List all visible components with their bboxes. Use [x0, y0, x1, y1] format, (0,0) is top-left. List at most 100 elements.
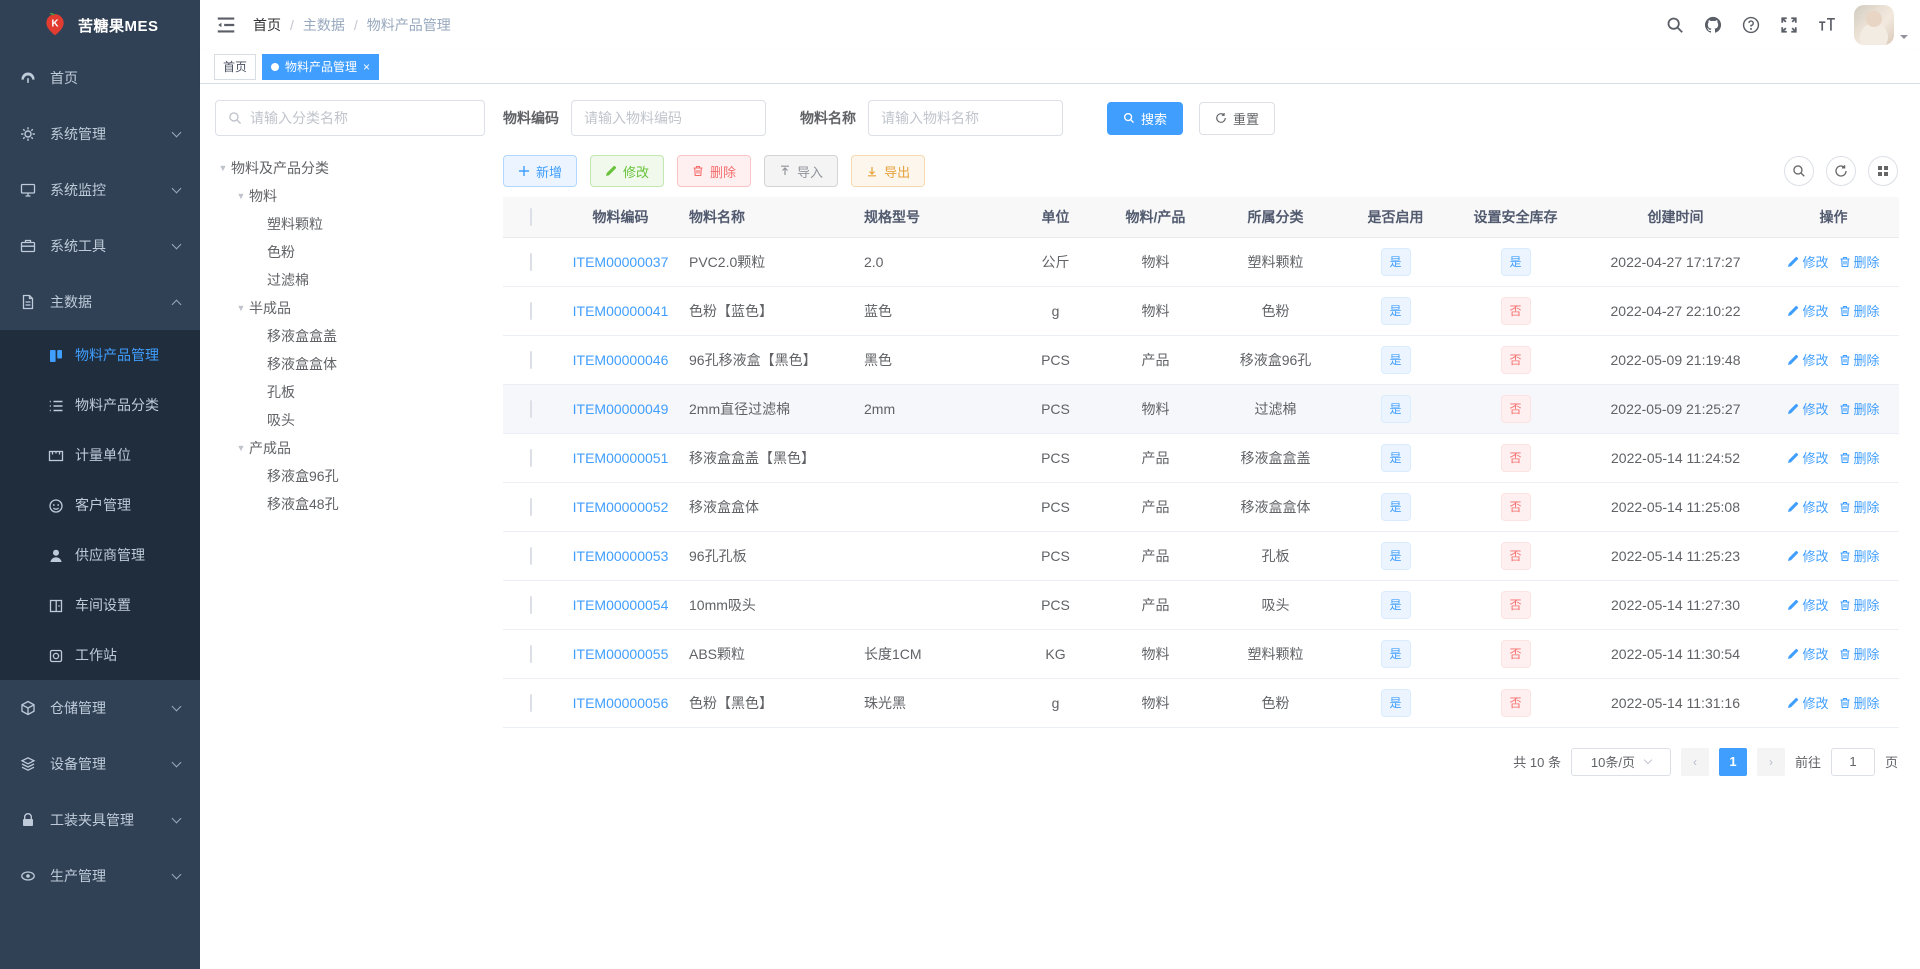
tree-node-移液盒盒体[interactable]: 移液盒盒体 [215, 350, 485, 378]
material-code-link[interactable]: ITEM00000052 [573, 499, 669, 515]
row-checkbox[interactable] [529, 497, 532, 516]
row-edit-link[interactable]: 修改 [1787, 252, 1829, 271]
current-page[interactable]: 1 [1718, 747, 1747, 776]
row-delete-link[interactable]: 删除 [1839, 595, 1880, 614]
delete-button[interactable]: 删除 [677, 155, 752, 187]
material-code-input[interactable] [571, 100, 766, 136]
tree-node-过滤棉[interactable]: 过滤棉 [215, 266, 485, 294]
tree-node-半成品[interactable]: ▼ 半成品 [215, 294, 485, 322]
sidebar-subitem-6[interactable]: 工作站 [0, 630, 200, 680]
row-edit-link[interactable]: 修改 [1787, 497, 1829, 516]
row-checkbox[interactable] [529, 350, 532, 369]
tree-node-物料[interactable]: ▼ 物料 [215, 182, 485, 210]
prev-page-button[interactable]: ‹ [1680, 747, 1709, 776]
row-checkbox[interactable] [529, 693, 532, 712]
sidebar-item-0[interactable]: 首页 [0, 50, 200, 106]
row-edit-link[interactable]: 修改 [1787, 644, 1829, 663]
caret-down-icon[interactable]: ▼ [233, 191, 249, 201]
sidebar-subitem-5[interactable]: 车间设置 [0, 580, 200, 630]
sidebar-item-7[interactable]: 工装夹具管理 [0, 792, 200, 848]
row-checkbox[interactable] [529, 399, 532, 418]
tab-物料产品管理[interactable]: 物料产品管理 × [262, 53, 380, 80]
import-button[interactable]: 导入 [764, 155, 839, 187]
refresh-table-icon[interactable] [1826, 156, 1856, 186]
font-size-icon[interactable] [1808, 0, 1846, 50]
row-delete-link[interactable]: 删除 [1839, 399, 1880, 418]
row-edit-link[interactable]: 修改 [1787, 350, 1829, 369]
row-delete-link[interactable]: 删除 [1839, 497, 1880, 516]
row-edit-link[interactable]: 修改 [1787, 399, 1829, 418]
material-code-link[interactable]: ITEM00000055 [573, 646, 669, 662]
export-button[interactable]: 导出 [851, 155, 926, 187]
caret-down-icon[interactable] [1900, 35, 1908, 43]
search-icon[interactable] [1656, 0, 1694, 50]
row-delete-link[interactable]: 删除 [1839, 350, 1880, 369]
reset-button[interactable]: 重置 [1199, 101, 1276, 135]
row-checkbox[interactable] [529, 301, 532, 320]
sidebar-toggle-icon[interactable] [215, 14, 237, 36]
page-size-select[interactable]: 10条/页 [1570, 747, 1671, 776]
next-page-button[interactable]: › [1756, 747, 1785, 776]
sidebar-item-5[interactable]: 仓储管理 [0, 680, 200, 736]
row-delete-link[interactable]: 删除 [1839, 448, 1880, 467]
row-delete-link[interactable]: 删除 [1839, 546, 1880, 565]
row-checkbox[interactable] [529, 252, 532, 271]
row-edit-link[interactable]: 修改 [1787, 448, 1829, 467]
row-delete-link[interactable]: 删除 [1839, 301, 1880, 320]
avatar[interactable] [1854, 5, 1894, 45]
tab-首页[interactable]: 首页 [214, 53, 257, 80]
sidebar-item-1[interactable]: 系统管理 [0, 106, 200, 162]
sidebar-item-8[interactable]: 生产管理 [0, 848, 200, 904]
tree-node-移液盒盒盖[interactable]: 移液盒盒盖 [215, 322, 485, 350]
material-code-link[interactable]: ITEM00000049 [573, 401, 669, 417]
add-button[interactable]: 新增 [503, 155, 578, 187]
row-checkbox[interactable] [529, 644, 532, 663]
tree-node-产成品[interactable]: ▼ 产成品 [215, 434, 485, 462]
material-name-input[interactable] [868, 100, 1063, 136]
tree-node-移液盒48孔[interactable]: 移液盒48孔 [215, 490, 485, 518]
row-checkbox[interactable] [529, 595, 532, 614]
close-icon[interactable]: × [363, 61, 370, 73]
row-delete-link[interactable]: 删除 [1839, 252, 1880, 271]
row-edit-link[interactable]: 修改 [1787, 693, 1829, 712]
material-code-link[interactable]: ITEM00000056 [573, 695, 669, 711]
sidebar-item-4[interactable]: 主数据 [0, 274, 200, 330]
row-checkbox[interactable] [529, 546, 532, 565]
row-delete-link[interactable]: 删除 [1839, 693, 1880, 712]
help-icon[interactable] [1732, 0, 1770, 50]
caret-down-icon[interactable]: ▼ [233, 303, 249, 313]
sidebar-subitem-4[interactable]: 供应商管理 [0, 530, 200, 580]
edit-button[interactable]: 修改 [590, 155, 665, 187]
sidebar-subitem-3[interactable]: 客户管理 [0, 480, 200, 530]
tree-node-吸头[interactable]: 吸头 [215, 406, 485, 434]
material-code-link[interactable]: ITEM00000051 [573, 450, 669, 466]
caret-down-icon[interactable]: ▼ [215, 163, 231, 173]
goto-page-input[interactable] [1830, 747, 1875, 776]
column-settings-icon[interactable] [1868, 156, 1898, 186]
row-checkbox[interactable] [529, 448, 532, 467]
sidebar-item-2[interactable]: 系统监控 [0, 162, 200, 218]
fullscreen-icon[interactable] [1770, 0, 1808, 50]
material-code-link[interactable]: ITEM00000054 [573, 597, 669, 613]
tree-node-色粉[interactable]: 色粉 [215, 238, 485, 266]
material-code-link[interactable]: ITEM00000041 [573, 303, 669, 319]
row-edit-link[interactable]: 修改 [1787, 546, 1829, 565]
tree-node-孔板[interactable]: 孔板 [215, 378, 485, 406]
tree-node-物料及产品分类[interactable]: ▼ 物料及产品分类 [215, 154, 485, 182]
tree-node-塑料颗粒[interactable]: 塑料颗粒 [215, 210, 485, 238]
sidebar-subitem-2[interactable]: 计量单位 [0, 430, 200, 480]
material-code-link[interactable]: ITEM00000046 [573, 352, 669, 368]
sidebar-item-3[interactable]: 系统工具 [0, 218, 200, 274]
show-search-toggle-icon[interactable] [1784, 156, 1814, 186]
sidebar-item-6[interactable]: 设备管理 [0, 736, 200, 792]
select-all-checkbox[interactable] [529, 207, 532, 226]
sidebar-subitem-1[interactable]: 物料产品分类 [0, 380, 200, 430]
user-menu[interactable] [1854, 5, 1908, 45]
tree-search-input[interactable] [250, 110, 472, 126]
sidebar-subitem-0[interactable]: 物料产品管理 [0, 330, 200, 380]
row-edit-link[interactable]: 修改 [1787, 595, 1829, 614]
row-edit-link[interactable]: 修改 [1787, 301, 1829, 320]
app-logo[interactable]: K 苦糖果MES [0, 0, 200, 50]
tree-node-移液盒96孔[interactable]: 移液盒96孔 [215, 462, 485, 490]
search-button[interactable]: 搜索 [1107, 101, 1184, 135]
